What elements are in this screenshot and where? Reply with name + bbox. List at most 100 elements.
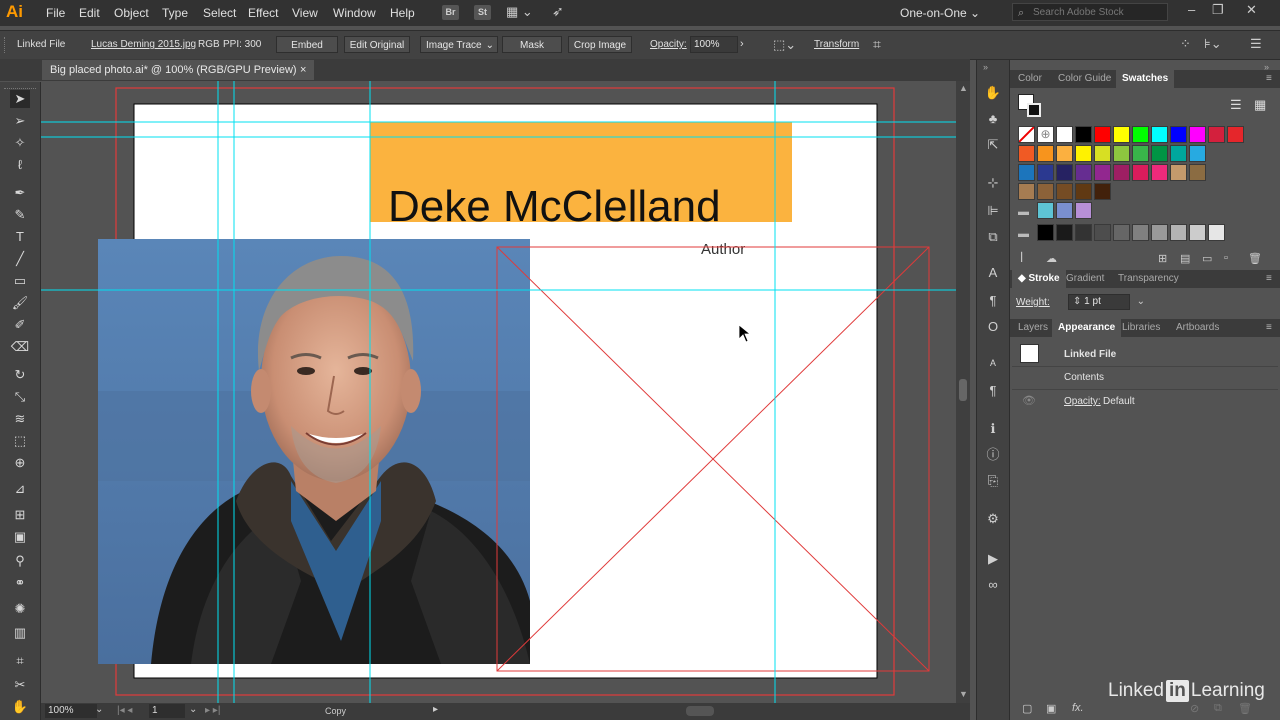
add-stroke-icon[interactable]: ▢ — [1022, 702, 1032, 715]
appearance-contents-label[interactable]: Contents — [1064, 372, 1104, 383]
embed-button[interactable]: Embed — [276, 36, 338, 53]
menu-view[interactable]: View — [292, 6, 318, 20]
color-swatch[interactable] — [1113, 126, 1130, 143]
appearance-opacity-label[interactable]: Opacity: — [1064, 396, 1101, 407]
direct-selection-tool-icon[interactable]: ➢ — [10, 112, 30, 130]
opacity-input[interactable]: 100% — [690, 36, 738, 53]
linked-file-name[interactable]: Lucas Deming 2015.jpg — [91, 39, 196, 50]
column-graph-tool-icon[interactable]: ▥ — [10, 624, 30, 642]
name-text[interactable]: Deke McClelland — [388, 182, 721, 231]
new-color-group-icon[interactable]: ▭ — [1202, 252, 1212, 265]
color-swatch[interactable] — [1056, 224, 1073, 241]
color-swatch[interactable] — [1075, 164, 1092, 181]
menu-object[interactable]: Object — [114, 6, 149, 20]
scale-tool-icon[interactable]: ⤡ — [10, 388, 30, 406]
stroke-weight-label[interactable]: Weight: — [1016, 297, 1050, 308]
color-swatch[interactable] — [1094, 224, 1111, 241]
character-styles-icon[interactable]: ᴬ — [984, 356, 1002, 374]
eraser-tool-icon[interactable]: ⌫ — [10, 338, 30, 356]
transform-link[interactable]: Transform — [814, 39, 859, 50]
control-bar-menu-icon[interactable]: ☰ — [1250, 36, 1262, 52]
align-selection-icon[interactable]: ⬚⌄ — [773, 37, 796, 53]
scroll-up-icon[interactable]: ▲ — [959, 83, 968, 93]
color-swatch[interactable] — [1075, 145, 1092, 162]
color-swatch[interactable] — [1113, 224, 1130, 241]
menu-type[interactable]: Type — [162, 6, 188, 20]
stroke-weight-input[interactable]: ⇕ 1 pt ⌄ — [1068, 294, 1145, 310]
tab-stroke[interactable]: ◆ Stroke — [1012, 270, 1066, 288]
gpu-performance-icon[interactable]: ➶ — [552, 3, 564, 20]
new-swatch-icon[interactable]: ▫ — [1224, 252, 1228, 264]
color-swatch[interactable] — [1037, 145, 1054, 162]
swatch-libraries-icon[interactable]: ꟾ — [1020, 252, 1023, 265]
stock-search-input[interactable]: ⌕ Search Adobe Stock — [1012, 3, 1168, 21]
vertical-scrollbar[interactable]: ▲ ▼ — [956, 81, 970, 703]
color-swatch[interactable] — [1151, 164, 1168, 181]
pen-tool-icon[interactable]: ✒ — [10, 184, 30, 202]
asset-export-icon[interactable]: ⇱ — [984, 136, 1002, 154]
gradient-tool-icon[interactable]: ▣ — [10, 528, 30, 546]
color-swatch[interactable] — [1132, 224, 1149, 241]
color-swatch[interactable] — [1170, 126, 1187, 143]
stroke-panel-menu-icon[interactable]: ≡ — [1266, 273, 1272, 284]
color-swatch[interactable] — [1151, 145, 1168, 162]
color-swatch[interactable] — [1170, 224, 1187, 241]
tab-layers[interactable]: Layers — [1012, 319, 1054, 337]
color-swatch[interactable] — [1037, 183, 1054, 200]
symbols-icon[interactable]: ♣ — [984, 110, 1002, 128]
color-swatch[interactable] — [1037, 224, 1054, 241]
links-icon[interactable]: ⎘ — [984, 472, 1002, 490]
list-view-icon[interactable]: ☰ — [1230, 97, 1242, 113]
color-swatch[interactable] — [1170, 145, 1187, 162]
scrollbar-thumb[interactable] — [959, 379, 967, 401]
paintbrush-tool-icon[interactable]: 🖌 — [10, 294, 30, 312]
color-swatch[interactable] — [1094, 126, 1111, 143]
actions-play-icon[interactable]: ▶ — [984, 550, 1002, 568]
appearance-panel-menu-icon[interactable]: ≡ — [1266, 322, 1272, 333]
registration-swatch[interactable]: ⊕ — [1037, 126, 1054, 143]
paragraph-icon[interactable]: ¶ — [984, 292, 1002, 310]
color-swatch[interactable] — [1094, 145, 1111, 162]
arrange-documents-icon[interactable]: ▦ ⌄ — [506, 4, 533, 20]
type-tool-icon[interactable]: T — [10, 228, 30, 246]
symbol-sprayer-tool-icon[interactable]: ✺ — [10, 600, 30, 618]
menu-edit[interactable]: Edit — [79, 6, 100, 20]
color-swatch[interactable] — [1056, 126, 1073, 143]
isolate-icon[interactable]: ⌗ — [873, 36, 881, 53]
magic-wand-tool-icon[interactable]: ✧ — [10, 134, 30, 152]
color-swatch[interactable] — [1037, 164, 1054, 181]
add-fill-icon[interactable]: ▣ — [1046, 702, 1056, 715]
none-swatch[interactable] — [1018, 126, 1035, 143]
color-swatch[interactable] — [1208, 126, 1225, 143]
color-swatch[interactable] — [1151, 224, 1168, 241]
chevron-right-icon[interactable]: › — [740, 38, 744, 50]
slice-tool-icon[interactable]: ✂ — [10, 676, 30, 694]
curvature-tool-icon[interactable]: ✎ — [10, 206, 30, 224]
color-swatch[interactable] — [1018, 164, 1035, 181]
menu-effect[interactable]: Effect — [248, 6, 278, 20]
color-swatch[interactable] — [1132, 126, 1149, 143]
shape-builder-tool-icon[interactable]: ⊕ — [10, 454, 30, 472]
swatch-options-icon[interactable]: ▤ — [1180, 252, 1190, 265]
perspective-grid-tool-icon[interactable]: ⊿ — [10, 480, 30, 498]
menu-file[interactable]: File — [46, 6, 65, 20]
color-swatch[interactable] — [1227, 126, 1244, 143]
grid-view-icon[interactable]: ▦ — [1254, 97, 1266, 113]
color-swatch[interactable] — [1075, 183, 1092, 200]
color-swatch[interactable] — [1018, 183, 1035, 200]
stock-icon[interactable]: St — [474, 5, 491, 20]
tab-gradient[interactable]: Gradient — [1060, 270, 1110, 288]
bridge-icon[interactable]: Br — [442, 5, 459, 20]
color-swatch[interactable] — [1018, 145, 1035, 162]
color-swatch[interactable] — [1056, 183, 1073, 200]
stroke-swatch[interactable] — [1027, 103, 1041, 117]
selection-tool-icon[interactable]: ➤ — [10, 90, 30, 108]
color-swatch[interactable] — [1056, 164, 1073, 181]
rotate-tool-icon[interactable]: ↻ — [10, 366, 30, 384]
color-swatch[interactable] — [1151, 126, 1168, 143]
close-icon[interactable]: ✕ — [1246, 2, 1257, 18]
shaper-tool-icon[interactable]: ✐ — [10, 316, 30, 334]
eyedropper-tool-icon[interactable]: ⚲ — [10, 552, 30, 570]
delete-item-icon[interactable]: 🗑 — [1238, 702, 1252, 715]
delete-swatch-icon[interactable]: 🗑 — [1248, 252, 1262, 265]
